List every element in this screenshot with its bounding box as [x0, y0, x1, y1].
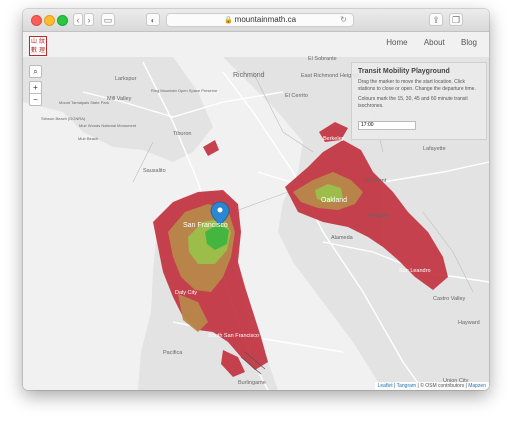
sidebar-icon: ▭	[103, 15, 113, 25]
label-larkspur: Larkspur	[115, 76, 137, 82]
lock-icon: 🔒	[223, 17, 233, 24]
label-castro-valley: Castro Valley	[433, 296, 466, 302]
label-san-leandro: San Leandro	[399, 268, 431, 274]
label-south-sf: South San Francisco	[208, 333, 259, 339]
label-muir-woods: Muir Woods National Monument	[79, 123, 137, 128]
label-pacifica: Pacifica	[163, 350, 183, 356]
label-mt-tamalpais: Mount Tamalpais State Park	[59, 100, 109, 105]
site-nav: Home About Blog	[372, 38, 477, 47]
nav-blog[interactable]: Blog	[461, 38, 477, 47]
label-sausalito: Sausalito	[143, 168, 166, 174]
label-richmond: Richmond	[233, 72, 265, 79]
label-el-cerrito: El Cerrito	[285, 93, 308, 99]
back-button[interactable]: ‹	[73, 13, 83, 26]
label-ring-mountain: Ring Mountain Open Space Preserve	[151, 88, 218, 93]
search-icon: ⌕	[33, 67, 38, 76]
share-icon: ⇪	[432, 15, 440, 25]
address-bar[interactable]: 🔒 mountainmath.ca ↻	[166, 13, 354, 27]
label-lafayette: Lafayette	[423, 146, 446, 152]
panel-instructions: Drag the marker to move the start locati…	[358, 79, 476, 92]
mapzen-link[interactable]: Mapzen	[468, 383, 486, 389]
privacy-shield-icon[interactable]: ◐	[146, 13, 160, 26]
close-window-button[interactable]	[31, 15, 42, 26]
panel-title: Transit Mobility Playground	[358, 68, 450, 75]
nav-home[interactable]: Home	[386, 38, 407, 47]
leaflet-link[interactable]: Leaflet	[378, 383, 393, 389]
sidebar-toggle-button[interactable]: ▭	[101, 13, 115, 26]
label-san-francisco: San Francisco	[183, 222, 228, 229]
browser-window: ‹ › ▭ ◐ 🔒 mountainmath.ca ↻ ⇪ ❐ Richmond…	[23, 9, 489, 390]
departure-time-input[interactable]	[358, 120, 416, 130]
forward-button[interactable]: ›	[84, 13, 94, 26]
browser-titlebar: ‹ › ▭ ◐ 🔒 mountainmath.ca ↻ ⇪ ❐	[23, 9, 489, 32]
label-berkeley: Berkeley	[323, 136, 345, 142]
share-button[interactable]: ⇪	[429, 13, 443, 26]
url-text: mountainmath.ca	[234, 15, 297, 24]
label-tiburon: Tiburon	[173, 131, 191, 137]
label-oakland: Oakland	[321, 197, 347, 204]
chevron-left-icon: ‹	[76, 15, 80, 25]
tangram-link[interactable]: Tangram	[397, 383, 416, 389]
map-search-button[interactable]: ⌕	[29, 65, 42, 78]
label-daly-city: Daly City	[175, 290, 197, 296]
osm-credit: © OSM contributors	[420, 383, 465, 389]
label-mill-valley: Mill Valley	[107, 96, 132, 102]
nav-about[interactable]: About	[424, 38, 445, 47]
label-alameda: Alameda	[331, 235, 354, 241]
map-attribution: Leaflet | Tangram | © OSM contributors |…	[374, 382, 489, 390]
label-burlingame: Burlingame	[238, 380, 266, 386]
tabs-icon: ❐	[451, 15, 461, 25]
zoom-window-button[interactable]	[57, 15, 68, 26]
label-piedmont: Piedmont	[363, 178, 387, 184]
marker-dot	[217, 207, 223, 213]
reload-icon[interactable]: ↻	[340, 14, 347, 26]
control-panel: Transit Mobility Playground Drag the mar…	[351, 62, 487, 140]
zoom-in-button[interactable]: +	[29, 81, 42, 93]
tabs-button[interactable]: ❐	[449, 13, 463, 26]
zoom-out-button[interactable]: −	[29, 93, 42, 106]
panel-legend-text: Colours mark the 15, 30, 45 and 60 minut…	[358, 96, 468, 109]
label-stinson: Stinson Beach (GGNRA)	[41, 116, 86, 121]
site-logo[interactable]: 山 紋 數 理	[29, 36, 47, 56]
page-content: Richmond El Sobrante East Richmond Heigh…	[23, 32, 489, 390]
label-fruitvale: Fruitvale	[368, 213, 389, 219]
chevron-right-icon: ›	[87, 15, 91, 25]
label-hayward: Hayward	[458, 320, 480, 326]
minimize-window-button[interactable]	[44, 15, 55, 26]
label-muir-beach: Muir Beach	[78, 136, 98, 141]
label-el-sobrante: El Sobrante	[308, 56, 337, 62]
